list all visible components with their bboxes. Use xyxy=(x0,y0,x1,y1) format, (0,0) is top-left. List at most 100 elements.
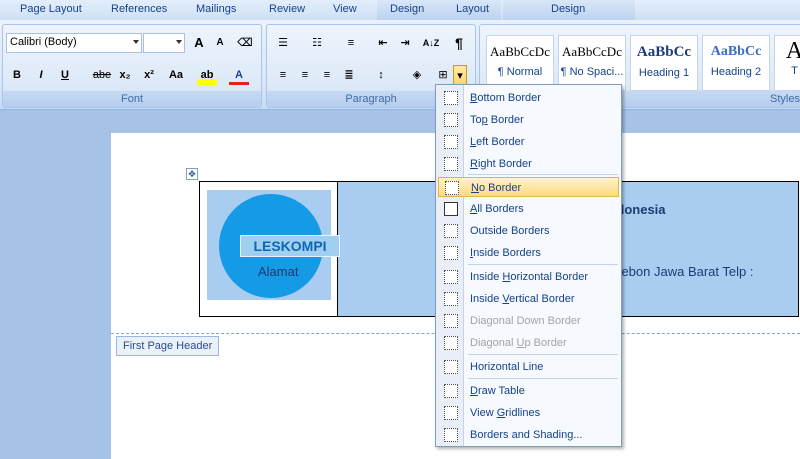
sort-button[interactable]: A↓Z xyxy=(421,33,441,53)
menu-item-label: View Gridlines xyxy=(470,407,541,419)
align-right-icon[interactable]: ≡ xyxy=(317,65,337,85)
shading-icon[interactable]: ◈ xyxy=(407,65,427,85)
menu-item-label: Top Border xyxy=(470,114,524,126)
chevron-down-icon[interactable] xyxy=(133,40,139,44)
menu-item-no-border[interactable]: No Border xyxy=(438,177,619,197)
style-no-spacing[interactable]: AaBbCcDc ¶ No Spaci... xyxy=(558,35,626,91)
outside-borders-icon xyxy=(444,224,458,238)
style-normal[interactable]: AaBbCcDc ¶ Normal xyxy=(486,35,554,91)
tab-mailings[interactable]: Mailings xyxy=(196,3,236,15)
multilevel-list-icon[interactable]: ≡ xyxy=(341,33,361,53)
all-borders-icon xyxy=(444,202,458,216)
bottom-border-icon xyxy=(444,91,458,105)
style-name: Heading 2 xyxy=(710,66,762,78)
menu-item-horizontal-line[interactable]: Horizontal Line xyxy=(438,357,619,377)
menu-item-label: Inside Borders xyxy=(470,247,541,259)
document-area: ✥ LESKOMPI a Indonesia pi Alamat a Cireb… xyxy=(0,111,800,459)
tab-page-layout[interactable]: Page Layout xyxy=(20,3,82,15)
table-move-handle-icon[interactable]: ✥ xyxy=(186,168,198,180)
ribbon-tab-strip: Page Layout References Mailings Review V… xyxy=(0,0,800,20)
menu-item-right-border[interactable]: Right Border xyxy=(438,154,619,174)
underline-button[interactable]: U xyxy=(55,65,75,85)
left-border-icon xyxy=(444,135,458,149)
font-group-label: Font xyxy=(3,91,261,107)
align-left-icon[interactable]: ≡ xyxy=(273,65,293,85)
tab-review[interactable]: Review xyxy=(269,3,305,15)
diagonal-up-border-icon xyxy=(444,336,458,350)
tab-table-layout[interactable]: Layout xyxy=(456,3,489,15)
menu-item-draw-table[interactable]: Draw Table xyxy=(438,381,619,401)
menu-separator xyxy=(468,174,618,175)
ribbon: Calibri (Body) A A ⌫ B I U abe x₂ x² Aa … xyxy=(0,20,800,110)
font-family-combo[interactable]: Calibri (Body) xyxy=(6,33,142,53)
font-group: Calibri (Body) A A ⌫ B I U abe x₂ x² Aa … xyxy=(2,24,262,108)
menu-item-diagonal-down-border: Diagonal Down Border xyxy=(438,311,619,331)
increase-indent-icon[interactable]: ⇥ xyxy=(395,33,415,53)
shrink-font-label: A xyxy=(216,37,224,48)
borders-shading-icon xyxy=(444,428,458,442)
menu-item-outside-borders[interactable]: Outside Borders xyxy=(438,221,619,241)
no-border-icon xyxy=(445,181,459,195)
menu-item-borders-and-shading[interactable]: Borders and Shading... xyxy=(438,425,619,445)
tab-references[interactable]: References xyxy=(111,3,167,15)
menu-item-diagonal-up-border: Diagonal Up Border xyxy=(438,333,619,353)
inside-horizontal-border-icon xyxy=(444,270,458,284)
menu-separator xyxy=(468,378,618,379)
style-heading-2[interactable]: AaBbCc Heading 2 xyxy=(702,35,770,91)
italic-button[interactable]: I xyxy=(31,65,51,85)
menu-item-all-borders[interactable]: All Borders xyxy=(438,199,619,219)
menu-item-label: Diagonal Down Border xyxy=(470,315,581,327)
line-spacing-icon[interactable]: ↕ xyxy=(371,65,391,85)
logo-cell[interactable]: LESKOMPI xyxy=(200,182,340,316)
subscript-button[interactable]: x₂ xyxy=(115,65,135,85)
style-name: T xyxy=(791,65,798,77)
chevron-down-icon[interactable] xyxy=(176,40,182,44)
first-page-header-tab: First Page Header xyxy=(116,336,220,356)
superscript-button[interactable]: x² xyxy=(139,65,159,85)
view-gridlines-icon xyxy=(444,406,458,420)
tab-header-design[interactable]: Design xyxy=(551,3,585,15)
style-name: Heading 1 xyxy=(638,67,690,79)
show-formatting-button[interactable]: ¶ xyxy=(449,33,469,53)
strikethrough-button[interactable]: abe xyxy=(89,65,115,85)
align-center-icon[interactable]: ≡ xyxy=(295,65,315,85)
draw-table-icon xyxy=(444,384,458,398)
borders-dropdown-button[interactable]: ▾ xyxy=(453,65,467,85)
menu-item-label: No Border xyxy=(471,182,522,194)
change-case-button[interactable]: Aa xyxy=(163,65,189,85)
menu-item-view-gridlines[interactable]: View Gridlines xyxy=(438,403,619,423)
menu-item-label: Horizontal Line xyxy=(470,361,544,373)
menu-separator xyxy=(468,354,618,355)
tab-table-design[interactable]: Design xyxy=(390,3,424,15)
decrease-indent-icon[interactable]: ⇤ xyxy=(373,33,393,53)
menu-item-label: Right Border xyxy=(470,158,532,170)
menu-item-label: All Borders xyxy=(470,203,524,215)
menu-item-top-border[interactable]: Top Border xyxy=(438,110,619,130)
inside-vertical-border-icon xyxy=(444,292,458,306)
menu-item-label: Outside Borders xyxy=(470,225,550,237)
menu-item-left-border[interactable]: Left Border xyxy=(438,132,619,152)
justify-icon[interactable]: ≣ xyxy=(339,65,359,85)
menu-item-inside-horizontal-border[interactable]: Inside Horizontal Border xyxy=(438,267,619,287)
menu-item-inside-borders[interactable]: Inside Borders xyxy=(438,243,619,263)
bold-button[interactable]: B xyxy=(7,65,27,85)
grow-font-button[interactable]: A xyxy=(189,33,209,53)
menu-item-label: Inside Horizontal Border xyxy=(470,271,589,283)
numbering-icon[interactable]: ☷ xyxy=(307,33,327,53)
grow-font-label: A xyxy=(194,35,204,50)
bullets-icon[interactable]: ☰ xyxy=(273,33,293,53)
style-name: ¶ No Spaci... xyxy=(560,66,624,78)
menu-item-bottom-border[interactable]: Bottom Border xyxy=(438,88,619,108)
tab-view[interactable]: View xyxy=(333,3,357,15)
clear-formatting-icon[interactable]: ⌫ xyxy=(235,33,255,53)
highlight-button[interactable]: ab xyxy=(197,65,217,85)
borders-icon[interactable]: ⊞ xyxy=(433,65,453,85)
header-line-3a: Alamat xyxy=(258,264,299,279)
style-title[interactable]: A T xyxy=(774,35,800,91)
borders-dropdown-menu: Bottom Border Top Border Left Border Right … xyxy=(435,84,622,447)
style-heading-1[interactable]: AaBbCc Heading 1 xyxy=(630,35,698,91)
shrink-font-button[interactable]: A xyxy=(210,33,230,53)
font-color-button[interactable]: A xyxy=(229,65,249,85)
font-size-combo[interactable] xyxy=(143,33,185,53)
menu-item-inside-vertical-border[interactable]: Inside Vertical Border xyxy=(438,289,619,309)
